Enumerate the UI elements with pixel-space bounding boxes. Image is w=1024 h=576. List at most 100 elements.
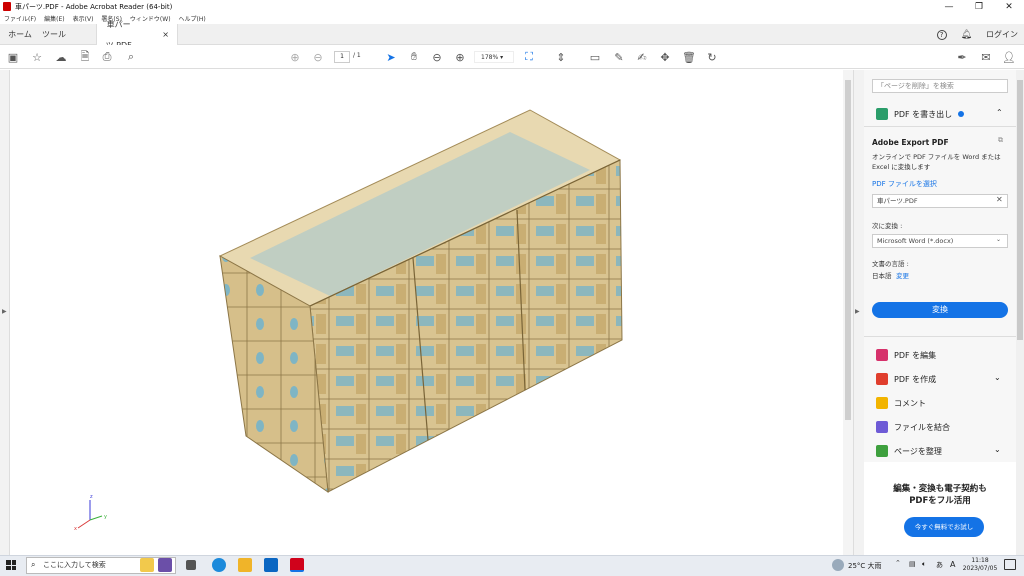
free-trial-button[interactable]: 今すぐ無料でお試し (904, 517, 984, 537)
tool-comment-label: コメント (894, 398, 926, 408)
zoom-search-icon[interactable]: ⌕ (124, 50, 138, 64)
tab-home[interactable]: ホーム (6, 24, 34, 45)
sign-icon[interactable]: ✒ (955, 50, 969, 64)
taskbar-widget-icon[interactable] (140, 558, 154, 572)
acrobat-taskbar-icon[interactable] (290, 558, 304, 572)
fit-page-icon[interactable]: ⛶ (522, 50, 536, 64)
acrobat-app-icon (3, 2, 11, 11)
stamp-icon[interactable]: ✥ (658, 50, 672, 64)
network-icon[interactable]: ▤ (909, 560, 916, 568)
mail-icon[interactable]: ✉ (979, 50, 993, 64)
speaker-icon[interactable]: 🔈︎ (922, 560, 926, 569)
create-pdf-icon (876, 373, 888, 385)
page-down-icon[interactable]: ⊖ (311, 50, 325, 64)
doc-lang-change-link[interactable]: 変更 (896, 270, 909, 280)
cloud-upload-icon[interactable]: ☁ (54, 50, 68, 64)
clock-time: 11:18 (971, 557, 989, 564)
promo-line2: PDFをフル活用 (909, 496, 971, 506)
tool-organize-pages[interactable]: ページを整理 (876, 445, 942, 457)
page-total: / 1 (353, 52, 361, 59)
tab-tools[interactable]: ツール (42, 24, 66, 45)
left-pane-arrow-icon[interactable]: ▶ (2, 308, 7, 315)
chevron-down-icon[interactable]: ⌄ (996, 236, 1001, 243)
tab-close-icon[interactable]: × (162, 24, 169, 45)
clock[interactable]: 11:18 2023/07/05 (962, 557, 998, 573)
trash-icon[interactable]: 🗑︎ (682, 50, 696, 64)
zoom-in-icon[interactable]: ⊕ (453, 50, 467, 64)
windows-start-icon[interactable] (6, 560, 16, 570)
taskbar-widget-icon-2[interactable] (158, 558, 172, 572)
highlight-pen-icon[interactable]: ✎ (612, 50, 626, 64)
hand-tool-icon[interactable]: ✋︎ (407, 50, 421, 64)
star-icon[interactable]: ☆ (30, 50, 44, 64)
weather-icon[interactable] (832, 559, 844, 571)
menu-view[interactable]: 表示(V) (73, 14, 94, 23)
signin-link[interactable]: ログイン (986, 29, 1018, 40)
tab-document[interactable]: 車パーツ.PDF × (96, 20, 178, 50)
rotate-icon[interactable]: ↻ (705, 50, 719, 64)
ime-mode-indicator[interactable]: A (950, 560, 955, 569)
clear-file-icon[interactable]: ✕ (996, 195, 1003, 204)
right-pane-arrow-icon[interactable]: ▶ (855, 308, 860, 315)
search-icon: ⌕ (31, 560, 36, 569)
comment-icon[interactable]: ▭ (588, 50, 602, 64)
tab-bar: ホーム ツール 車パーツ.PDF × (0, 20, 1024, 50)
weather-text[interactable]: 25°C 大雨 (848, 561, 882, 571)
selected-file-field[interactable]: 車パーツ.PDF (872, 194, 1008, 208)
tool-create-pdf-label: PDF を作成 (894, 374, 937, 384)
tools-pane-scroll-thumb[interactable] (1017, 80, 1023, 340)
menu-file[interactable]: ファイル(F) (4, 14, 36, 23)
zoom-select[interactable]: 178% ▾ (474, 51, 514, 63)
tool-organize-pages-label: ページを整理 (894, 446, 942, 456)
menu-edit[interactable]: 編集(E) (44, 14, 64, 23)
page-up-icon[interactable]: ⊕ (288, 50, 302, 64)
clock-date: 2023/07/05 (962, 565, 998, 572)
task-view-icon[interactable] (186, 560, 196, 570)
share-user-icon[interactable]: 👤︎ (1002, 50, 1016, 64)
convert-button[interactable]: 変換 (872, 302, 1008, 318)
notification-icon[interactable] (1004, 559, 1016, 570)
organize-pages-icon (876, 445, 888, 457)
chevron-down-icon[interactable]: ⌄ (994, 373, 1001, 382)
edge-browser-icon[interactable] (212, 558, 226, 572)
tool-edit-pdf-label: PDF を編集 (894, 350, 937, 360)
tool-combine-files[interactable]: ファイルを結合 (876, 421, 950, 433)
export-pdf-header[interactable]: PDF を書き出し (876, 108, 965, 120)
window-controls: — ❐ ✕ (934, 0, 1024, 14)
help-icon[interactable]: ? (936, 29, 947, 40)
select-cursor-icon[interactable]: ➤ (384, 50, 398, 64)
tool-create-pdf[interactable]: PDF を作成 (876, 373, 936, 385)
document-scroll-thumb[interactable] (845, 80, 851, 420)
page-number-input[interactable]: 1 (334, 51, 350, 63)
save-icon[interactable]: ▣ (6, 50, 20, 64)
3d-model-render: z x y (74, 109, 623, 532)
chevron-up-icon[interactable]: ⌃ (996, 108, 1003, 117)
scroll-mode-icon[interactable]: ⇕ (554, 50, 568, 64)
minimize-button[interactable]: — (934, 0, 964, 14)
tools-pane: 「ページを削除」を検索 PDF を書き出し ⌃ Adobe Export PDF… (864, 70, 1016, 555)
maximize-button[interactable]: ❐ (964, 0, 994, 14)
document-view[interactable]: z x y (10, 70, 843, 555)
divider (864, 336, 1016, 337)
tool-comment[interactable]: コメント (876, 397, 926, 409)
file-icon[interactable]: 🗎 (78, 50, 92, 64)
convert-format-select[interactable]: Microsoft Word (*.docx) (872, 234, 1008, 248)
tool-edit-pdf[interactable]: PDF を編集 (876, 349, 936, 361)
menu-window[interactable]: ウィンドウ(W) (130, 14, 171, 23)
chevron-down-icon[interactable]: ⌄ (994, 445, 1001, 454)
mail-app-icon[interactable] (264, 558, 278, 572)
axis-triad-icon (77, 500, 103, 529)
zoom-out-icon[interactable]: ⊖ (430, 50, 444, 64)
export-description: オンラインで PDF ファイルを Word または Excel に変換します (872, 153, 1001, 171)
file-explorer-icon[interactable] (238, 558, 252, 572)
close-button[interactable]: ✕ (994, 0, 1024, 14)
ime-tray-icon[interactable]: あ (936, 560, 943, 570)
tray-chevron-icon[interactable]: ⌃ (895, 559, 901, 567)
print-icon[interactable]: ⎙ (100, 50, 114, 64)
draw-icon[interactable]: ✍ (635, 50, 649, 64)
select-file-link[interactable]: PDF ファイルを選択 (872, 179, 937, 189)
copy-icon[interactable]: ⧉ (998, 136, 1003, 145)
menu-help[interactable]: ヘルプ(H) (179, 14, 206, 23)
tools-search-input[interactable]: 「ページを削除」を検索 (872, 79, 1008, 93)
bell-icon[interactable]: 🔔︎ (961, 30, 972, 40)
